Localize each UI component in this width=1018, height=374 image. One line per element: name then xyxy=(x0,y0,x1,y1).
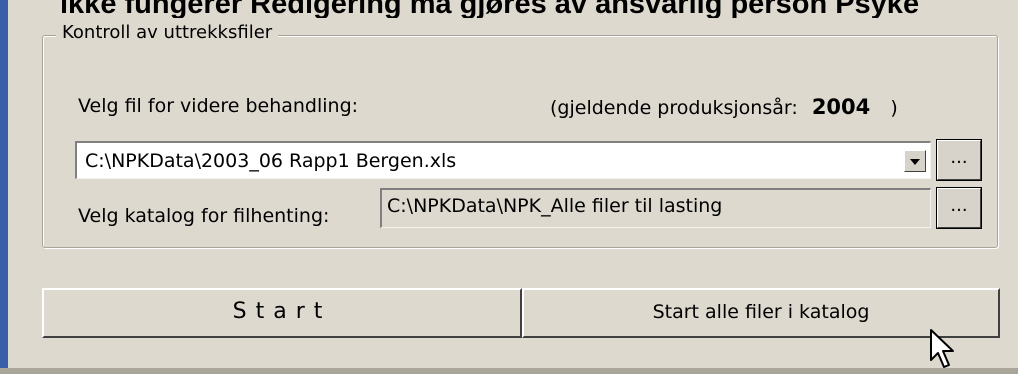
select-file-label: Velg fil for videre behandling: xyxy=(78,95,359,117)
production-year-line: (gjeldende produksjonsår: 2004 ) xyxy=(550,95,898,119)
production-year-label: (gjeldende produksjonsår: xyxy=(550,97,798,119)
production-year-value: 2004 xyxy=(811,95,871,119)
dropdown-arrow-icon[interactable] xyxy=(904,150,926,172)
start-button[interactable]: Start xyxy=(42,288,522,338)
file-combobox-value: C:\NPKData\2003_06 Rapp1 Bergen.xls xyxy=(85,150,457,172)
directory-field-value: C:\NPKData\NPK_Alle filer til lasting xyxy=(387,195,723,217)
mouse-pointer-icon xyxy=(930,329,954,368)
browse-file-button[interactable]: ... xyxy=(936,139,982,181)
browse-directory-button[interactable]: ... xyxy=(936,187,982,229)
window-left-edge xyxy=(0,0,8,374)
select-directory-label: Velg katalog for filhenting: xyxy=(78,205,330,227)
directory-field[interactable]: C:\NPKData\NPK_Alle filer til lasting xyxy=(380,188,931,228)
groupbox-title: Kontroll av uttrekksfiler xyxy=(56,22,279,43)
window-bottom-edge xyxy=(0,368,1018,374)
clipped-banner-text: ikke fungerer Redigering må gjøres av an… xyxy=(60,0,920,18)
file-combobox[interactable]: C:\NPKData\2003_06 Rapp1 Bergen.xls xyxy=(75,141,931,179)
production-year-close: ) xyxy=(890,97,898,119)
